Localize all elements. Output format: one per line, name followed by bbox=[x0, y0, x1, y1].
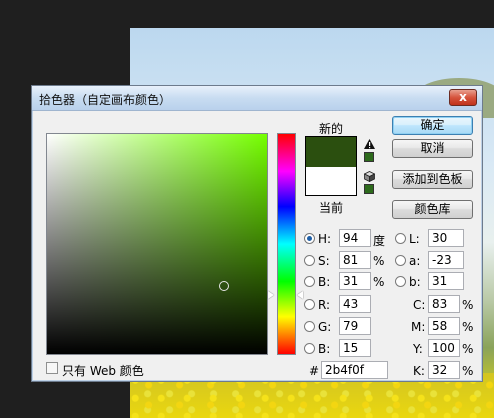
lightness-label: L: bbox=[409, 232, 420, 246]
close-button[interactable]: x bbox=[449, 89, 477, 106]
web-only-label: 只有 Web 颜色 bbox=[62, 364, 144, 378]
saturation-radio[interactable] bbox=[304, 255, 315, 266]
hex-field[interactable]: 2b4f0f bbox=[321, 361, 388, 379]
a-channel-radio[interactable] bbox=[395, 255, 406, 266]
green-radio[interactable] bbox=[304, 321, 315, 332]
hex-label: # bbox=[309, 364, 320, 378]
hue-label: H: bbox=[318, 232, 332, 246]
magenta-field[interactable]: 58 bbox=[428, 317, 460, 335]
web-only-checkbox[interactable] bbox=[46, 362, 58, 374]
a-channel-label: a: bbox=[409, 254, 421, 268]
yellow-unit: % bbox=[462, 342, 474, 356]
hue-slider-right-handle[interactable] bbox=[297, 291, 303, 299]
b-channel-field[interactable]: 31 bbox=[428, 272, 464, 290]
ok-button[interactable]: 确定 bbox=[392, 116, 473, 135]
brightness-unit: % bbox=[373, 275, 385, 289]
color-libraries-button[interactable]: 颜色库 bbox=[392, 200, 473, 219]
dialog-titlebar[interactable]: 拾色器（自定画布颜色） x bbox=[32, 86, 482, 111]
red-label: R: bbox=[318, 298, 331, 312]
color-preview bbox=[305, 136, 357, 196]
yellow-field[interactable]: 100 bbox=[428, 339, 460, 357]
saturation-label: S: bbox=[318, 254, 330, 268]
color-field[interactable] bbox=[46, 133, 268, 355]
hue-unit: 度 bbox=[373, 234, 386, 248]
cyan-unit: % bbox=[462, 298, 474, 312]
red-radio[interactable] bbox=[304, 299, 315, 310]
b-channel-label: b: bbox=[409, 275, 421, 289]
brightness-field[interactable]: 31 bbox=[339, 272, 371, 290]
cyan-field[interactable]: 83 bbox=[428, 295, 460, 313]
current-color-swatch[interactable] bbox=[306, 167, 356, 195]
current-color-label: 当前 bbox=[319, 201, 344, 215]
magenta-label: M: bbox=[411, 320, 426, 334]
yellow-label: Y: bbox=[413, 342, 423, 356]
green-field[interactable]: 79 bbox=[339, 317, 371, 335]
dialog-title: 拾色器（自定画布颜色） bbox=[39, 93, 172, 107]
color-picker-dialog: 拾色器（自定画布颜色） x 新的 当前 确定 取消 添加到色板 颜色库 H: 9… bbox=[31, 85, 483, 382]
cancel-button[interactable]: 取消 bbox=[392, 139, 473, 158]
gamut-warning-icon[interactable] bbox=[364, 139, 375, 149]
b-channel-radio[interactable] bbox=[395, 276, 406, 287]
lightness-field[interactable]: 30 bbox=[428, 229, 464, 247]
close-icon: x bbox=[459, 90, 467, 104]
color-field-cursor[interactable] bbox=[219, 281, 229, 291]
black-unit: % bbox=[462, 364, 474, 378]
hue-field[interactable]: 94 bbox=[339, 229, 371, 247]
cyan-label: C: bbox=[413, 298, 426, 312]
gamut-warning-swatch[interactable] bbox=[364, 152, 374, 162]
saturation-field[interactable]: 81 bbox=[339, 251, 371, 269]
hue-slider[interactable] bbox=[277, 133, 296, 355]
new-color-label: 新的 bbox=[319, 122, 344, 136]
blue-label: B: bbox=[318, 342, 331, 356]
lightness-radio[interactable] bbox=[395, 233, 406, 244]
green-label: G: bbox=[318, 320, 332, 334]
blue-radio[interactable] bbox=[304, 343, 315, 354]
black-label: K: bbox=[413, 364, 425, 378]
web-safe-cube-icon[interactable] bbox=[364, 171, 375, 182]
red-field[interactable]: 43 bbox=[339, 295, 371, 313]
add-to-swatches-button[interactable]: 添加到色板 bbox=[392, 170, 473, 189]
brightness-label: B: bbox=[318, 275, 331, 289]
saturation-unit: % bbox=[373, 254, 385, 268]
black-field[interactable]: 32 bbox=[428, 361, 460, 379]
brightness-radio[interactable] bbox=[304, 276, 315, 287]
a-channel-field[interactable]: -23 bbox=[428, 251, 464, 269]
hue-radio[interactable] bbox=[304, 233, 315, 244]
new-color-swatch bbox=[306, 137, 356, 167]
hue-slider-left-handle[interactable] bbox=[268, 291, 274, 299]
magenta-unit: % bbox=[462, 320, 474, 334]
blue-field[interactable]: 15 bbox=[339, 339, 371, 357]
web-safe-swatch[interactable] bbox=[364, 184, 374, 194]
